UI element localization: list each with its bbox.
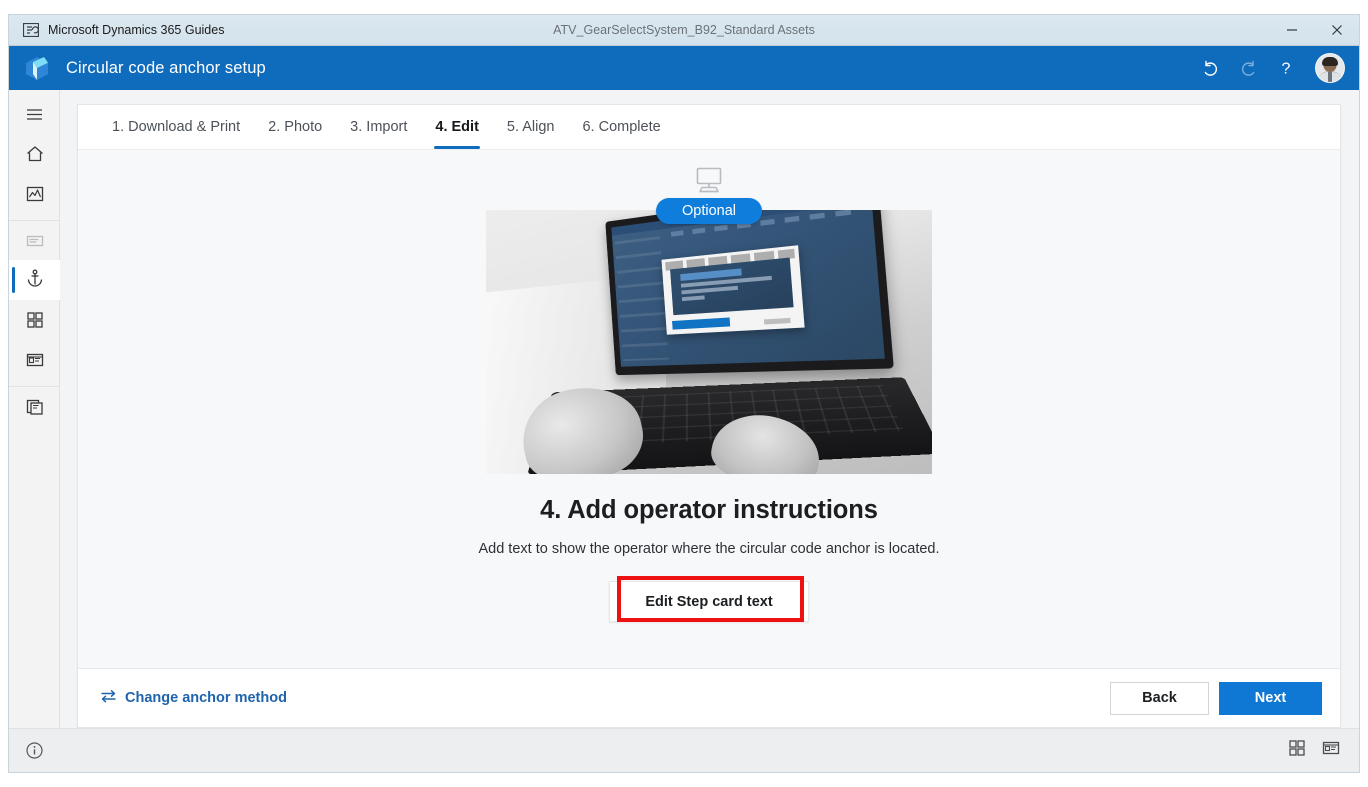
swap-arrows-icon xyxy=(100,689,117,707)
tab-download-print[interactable]: 1. Download & Print xyxy=(98,105,254,149)
text-card-icon xyxy=(9,220,60,260)
next-button[interactable]: Next xyxy=(1219,681,1322,715)
command-bar-actions: ? xyxy=(1193,51,1345,85)
wizard-content: Optional 4. Add operator instructions Ad… xyxy=(78,150,1340,668)
photo-laptop-screen xyxy=(611,210,885,367)
tab-label: 1. Download & Print xyxy=(112,119,241,135)
wizard-tabs: 1. Download & Print 2. Photo 3. Import 4… xyxy=(78,105,1340,150)
photo-screen-dialog xyxy=(661,245,805,335)
edit-step-card-text-button[interactable]: Edit Step card text xyxy=(609,581,809,622)
edit-step-card-text-wrap: Edit Step card text xyxy=(609,576,809,622)
analytics-icon[interactable] xyxy=(9,174,60,214)
tab-label: 6. Complete xyxy=(582,119,661,135)
monitor-icon xyxy=(692,166,726,196)
tab-edit[interactable]: 4. Edit xyxy=(421,105,493,149)
help-icon[interactable]: ? xyxy=(1269,51,1303,85)
next-button-label: Next xyxy=(1254,690,1287,706)
step-card-icon[interactable] xyxy=(9,340,60,380)
menu-icon[interactable] xyxy=(9,94,60,134)
redo-icon xyxy=(1231,51,1265,85)
page-frame: Microsoft Dynamics 365 Guides ATV_GearSe… xyxy=(8,14,1360,773)
guides-app-icon xyxy=(22,22,40,38)
sidebar-item-anchor[interactable] xyxy=(9,260,60,300)
wizard-nav-buttons: Back Next xyxy=(1110,681,1322,715)
close-button[interactable] xyxy=(1314,15,1359,46)
tab-label: 4. Edit xyxy=(435,119,479,135)
title-bar-left: Microsoft Dynamics 365 Guides xyxy=(9,22,225,38)
rail-spacer xyxy=(9,426,59,728)
tab-complete[interactable]: 6. Complete xyxy=(568,105,674,149)
tab-label: 2. Photo xyxy=(268,119,323,135)
dynamics-guides-logo xyxy=(22,54,52,82)
title-bar: Microsoft Dynamics 365 Guides ATV_GearSe… xyxy=(9,15,1359,46)
main-column: 1. Download & Print 2. Photo 3. Import 4… xyxy=(60,90,1359,728)
change-anchor-method-button[interactable]: Change anchor method xyxy=(100,689,287,707)
content-subtext: Add text to show the operator where the … xyxy=(478,541,940,557)
app-name-label: Microsoft Dynamics 365 Guides xyxy=(48,23,225,37)
left-rail xyxy=(9,90,60,728)
apps-grid-icon[interactable] xyxy=(9,300,60,340)
apps-grid-icon[interactable] xyxy=(1287,738,1307,763)
status-bar xyxy=(9,728,1359,772)
back-button[interactable]: Back xyxy=(1110,681,1209,715)
status-bar-actions xyxy=(1287,738,1341,763)
info-circle-icon[interactable] xyxy=(9,741,60,760)
photo-dialog-primary-button xyxy=(672,316,731,330)
tab-label: 3. Import xyxy=(350,119,408,135)
wizard-panel: 1. Download & Print 2. Photo 3. Import 4… xyxy=(77,104,1341,728)
minimize-button[interactable] xyxy=(1269,15,1314,46)
command-bar: Circular code anchor setup ? xyxy=(9,46,1359,90)
undo-icon[interactable] xyxy=(1193,51,1227,85)
avatar-hair xyxy=(1322,57,1338,66)
tab-photo[interactable]: 2. Photo xyxy=(254,105,336,149)
window-controls xyxy=(1269,15,1359,46)
page-title: Circular code anchor setup xyxy=(66,58,266,77)
app-window: Microsoft Dynamics 365 Guides ATV_GearSe… xyxy=(0,0,1368,787)
content-heading: 4. Add operator instructions xyxy=(540,496,878,524)
step-card-icon[interactable] xyxy=(1321,738,1341,763)
body: 1. Download & Print 2. Photo 3. Import 4… xyxy=(9,90,1359,728)
tab-label: 5. Align xyxy=(506,119,555,135)
tab-align[interactable]: 5. Align xyxy=(493,105,569,149)
edit-step-card-text-label: Edit Step card text xyxy=(645,593,773,610)
status-badge-label: Optional xyxy=(681,203,736,219)
back-button-label: Back xyxy=(1142,690,1177,706)
avatar-tie xyxy=(1328,72,1332,82)
document-title-label: ATV_GearSelectSystem_B92_Standard Assets xyxy=(553,23,815,37)
wizard-footer: Change anchor method Back Next xyxy=(78,668,1340,727)
duplicate-icon[interactable] xyxy=(9,386,60,426)
photo-laptop-lid xyxy=(605,210,894,376)
photo-dialog-cancel-button xyxy=(763,317,791,325)
status-badge: Optional xyxy=(655,198,762,224)
anchor-icon xyxy=(25,268,45,293)
tab-import[interactable]: 3. Import xyxy=(336,105,421,149)
avatar[interactable] xyxy=(1315,53,1345,83)
laptop-photo xyxy=(486,210,932,474)
svg-text:?: ? xyxy=(1282,61,1291,78)
home-icon[interactable] xyxy=(9,134,60,174)
photo-screen-sidebar xyxy=(614,236,669,362)
change-anchor-method-label: Change anchor method xyxy=(125,690,287,706)
